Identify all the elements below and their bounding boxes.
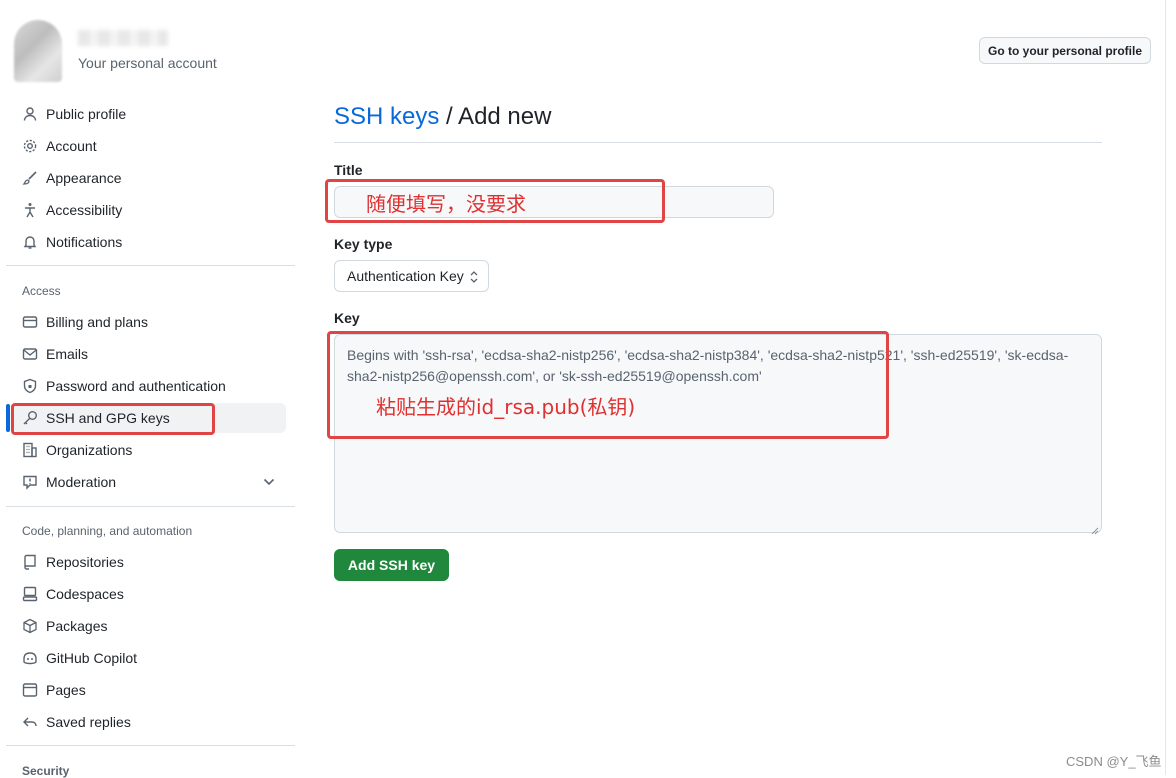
page-title: SSH keys / Add new [334, 103, 551, 131]
sidebar-item-account[interactable]: Account [14, 131, 286, 161]
sidebar-item-moderation[interactable]: Moderation [14, 467, 286, 497]
sidebar-item-label: Saved replies [46, 714, 131, 730]
sidebar-item-notifications[interactable]: Notifications [14, 227, 286, 257]
sidebar-item-label: Public profile [46, 106, 127, 122]
sidebar-item-label: Moderation [46, 474, 117, 490]
title-divider [334, 142, 1102, 143]
copilot-icon [22, 650, 38, 666]
sidebar-item-codespaces[interactable]: Codespaces [14, 579, 286, 609]
annotation-box-ssh-nav [11, 403, 215, 435]
page-edge-line [1165, 0, 1166, 775]
sidebar-item-github-copilot[interactable]: GitHub Copilot [14, 643, 286, 673]
sidebar-item-label: Appearance [46, 170, 122, 186]
browser-icon [22, 682, 38, 698]
sidebar-item-repositories[interactable]: Repositories [14, 547, 286, 577]
annotation-title-note: 随便填写，没要求 [366, 192, 526, 216]
gear-icon [22, 138, 38, 154]
organization-icon [22, 442, 38, 458]
sidebar-item-label: Account [46, 138, 97, 154]
title-field-label: Title [334, 162, 363, 178]
sidebar-item-billing[interactable]: Billing and plans [14, 307, 286, 337]
csdn-watermark: CSDN @Y_飞鱼 [1066, 754, 1162, 769]
sidebar-item-public-profile[interactable]: Public profile [14, 99, 286, 129]
key-type-select[interactable]: Authentication Key [334, 260, 489, 292]
sidebar-divider [6, 265, 295, 266]
section-label-access: Access [22, 284, 61, 298]
credit-card-icon [22, 314, 38, 330]
active-indicator [6, 404, 10, 432]
sidebar-item-label: Codespaces [46, 586, 124, 602]
chevron-down-icon[interactable] [262, 475, 276, 489]
key-type-value: Authentication Key [347, 268, 464, 284]
sidebar-divider [6, 745, 295, 746]
annotation-key-note: 粘贴生成的id_rsa.pub(私钥) [376, 395, 636, 419]
sidebar-item-label: Emails [46, 346, 89, 362]
sidebar-item-label: Notifications [46, 234, 123, 250]
sidebar-item-organizations[interactable]: Organizations [14, 435, 286, 465]
breadcrumb-ssh-keys-link[interactable]: SSH keys [334, 103, 439, 130]
bell-icon [22, 234, 38, 250]
package-icon [22, 618, 38, 634]
sidebar-item-emails[interactable]: Emails [14, 339, 286, 369]
sidebar-item-label: Pages [46, 682, 86, 698]
section-label-security: Security [22, 764, 70, 778]
settings-sidebar: Public profile Account Appearance Access… [0, 0, 300, 778]
person-icon [22, 106, 38, 122]
sidebar-item-label: Repositories [46, 554, 124, 570]
paintbrush-icon [22, 170, 38, 186]
sidebar-item-label: GitHub Copilot [46, 650, 138, 666]
sidebar-item-pages[interactable]: Pages [14, 675, 286, 705]
resize-handle-icon[interactable] [1089, 520, 1099, 535]
sidebar-item-appearance[interactable]: Appearance [14, 163, 286, 193]
sidebar-divider [6, 506, 295, 507]
breadcrumb-current: / Add new [439, 103, 552, 130]
sidebar-item-label: Organizations [46, 442, 133, 458]
add-ssh-key-button[interactable]: Add SSH key [334, 549, 449, 581]
sidebar-item-password-auth[interactable]: Password and authentication [14, 371, 286, 401]
sidebar-item-packages[interactable]: Packages [14, 611, 286, 641]
sidebar-item-saved-replies[interactable]: Saved replies [14, 707, 286, 737]
sidebar-item-label: Accessibility [46, 202, 123, 218]
section-label-code-planning: Code, planning, and automation [22, 524, 193, 538]
repo-icon [22, 554, 38, 570]
sidebar-item-label: Password and authentication [46, 378, 226, 394]
sidebar-item-accessibility[interactable]: Accessibility [14, 195, 286, 225]
select-arrows-icon [470, 270, 478, 284]
annotation-box-key [327, 331, 889, 439]
go-to-profile-button[interactable]: Go to your personal profile [979, 37, 1151, 64]
reply-icon [22, 714, 38, 730]
shield-lock-icon [22, 378, 38, 394]
key-field-label: Key [334, 310, 360, 326]
key-type-label: Key type [334, 236, 393, 252]
codespaces-icon [22, 586, 38, 602]
mail-icon [22, 346, 38, 362]
sidebar-item-label: Packages [46, 618, 108, 634]
accessibility-icon [22, 202, 38, 218]
report-icon [22, 474, 38, 490]
sidebar-item-label: Billing and plans [46, 314, 148, 330]
